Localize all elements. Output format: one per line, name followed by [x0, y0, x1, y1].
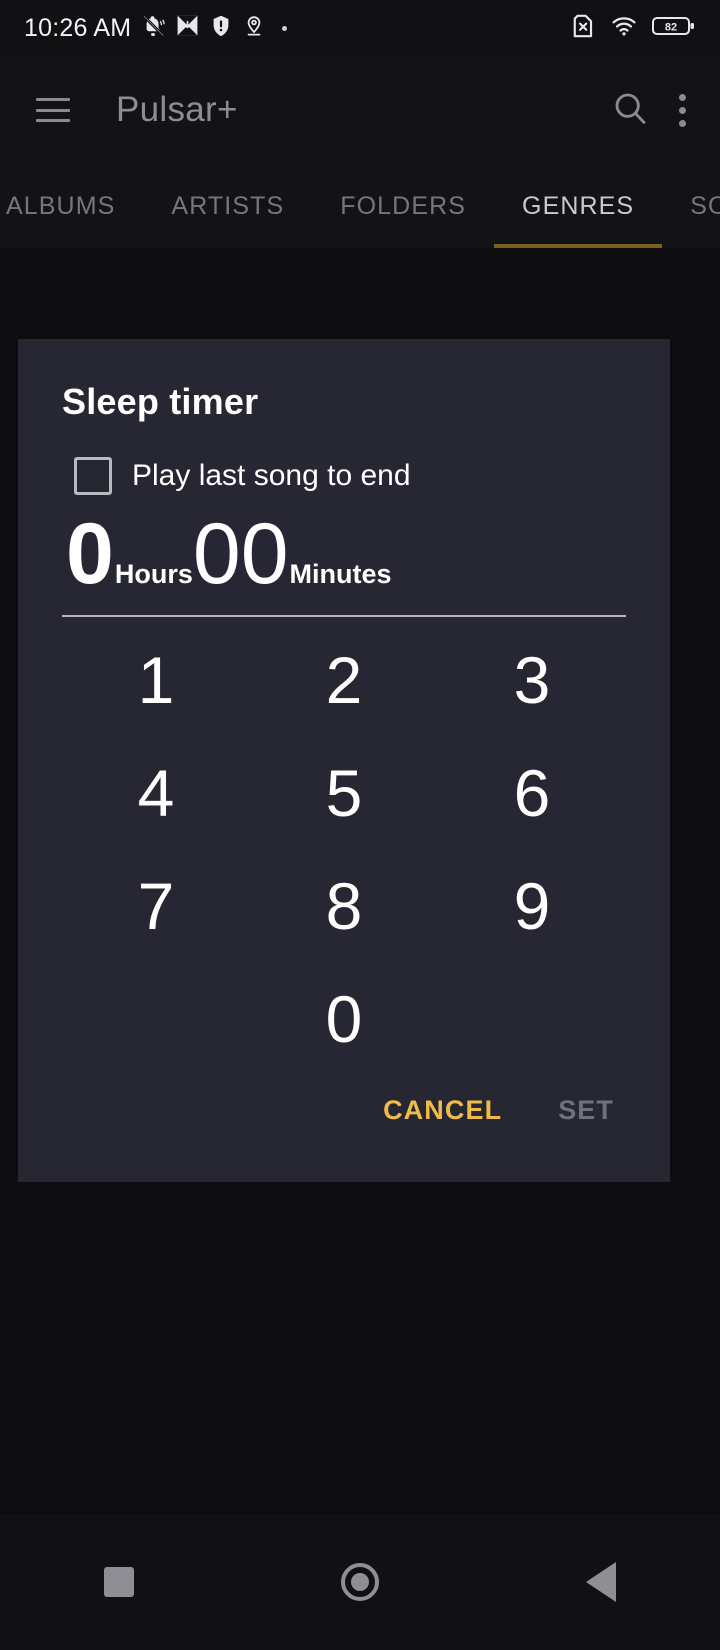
system-nav-bar — [0, 1514, 720, 1650]
shield-alert-icon — [209, 14, 233, 43]
key-7[interactable]: 7 — [62, 873, 250, 939]
tab-label: SONGS — [690, 191, 720, 220]
image-download-icon — [175, 13, 200, 43]
tab-label: GENRES — [522, 191, 635, 220]
play-last-song-checkbox-row[interactable]: Play last song to end — [62, 457, 626, 495]
sleep-timer-dialog: Sleep timer Play last song to end 0 Hour… — [18, 339, 670, 1182]
tab-albums[interactable]: ALBUMS — [0, 164, 143, 248]
phone-screen: 10:26 AM 82 Pulsar+ ALBUMS ARTISTS FOLDE… — [0, 0, 720, 1650]
tab-bar: ALBUMS ARTISTS FOLDERS GENRES SONGS — [0, 164, 720, 248]
dialog-title: Sleep timer — [62, 381, 259, 422]
app-bar-actions — [610, 88, 720, 133]
key-4[interactable]: 4 — [62, 760, 250, 826]
triangle-back-icon[interactable] — [586, 1562, 617, 1602]
dialog-actions: CANCEL SET — [62, 1095, 626, 1126]
sim-card-off-icon — [570, 13, 596, 44]
status-bar: 10:26 AM 82 — [0, 0, 720, 56]
key-0[interactable]: 0 — [250, 986, 438, 1052]
status-bar-left: 10:26 AM — [24, 13, 288, 44]
key-2[interactable]: 2 — [250, 647, 438, 713]
battery-icon: 82 — [652, 14, 696, 43]
tab-label: ARTISTS — [171, 191, 285, 220]
tab-artists[interactable]: ARTISTS — [143, 164, 312, 248]
search-icon[interactable] — [610, 88, 650, 133]
wifi-icon — [610, 13, 638, 44]
key-1[interactable]: 1 — [62, 647, 250, 713]
minutes-value: 00 — [192, 506, 289, 602]
status-time: 10:26 AM — [24, 13, 132, 42]
hours-value: 0 — [66, 506, 114, 602]
status-bar-right: 82 — [570, 13, 696, 44]
key-5[interactable]: 5 — [250, 760, 438, 826]
app-title: Pulsar+ — [116, 90, 238, 129]
circle-home-icon[interactable] — [340, 1563, 379, 1601]
tab-songs[interactable]: SONGS — [662, 164, 720, 248]
location-pin-icon — [242, 14, 266, 43]
tab-label: FOLDERS — [340, 191, 467, 220]
time-input-display[interactable]: 0 Hours 00 Minutes — [62, 511, 626, 597]
cancel-button[interactable]: CANCEL — [383, 1095, 502, 1126]
set-button[interactable]: SET — [558, 1095, 614, 1126]
key-6[interactable]: 6 — [438, 760, 626, 826]
key-9[interactable]: 9 — [438, 873, 626, 939]
minutes-unit-label: Minutes — [289, 559, 392, 589]
square-recents-icon[interactable] — [103, 1567, 134, 1597]
play-last-song-checkbox[interactable] — [74, 457, 112, 495]
hamburger-menu-icon[interactable] — [36, 98, 70, 122]
time-input-underline — [62, 615, 626, 617]
hours-unit-label: Hours — [114, 559, 193, 589]
tab-folders[interactable]: FOLDERS — [312, 164, 494, 248]
battery-level-text: 82 — [665, 21, 677, 33]
bell-muted-icon — [140, 13, 166, 44]
notification-dot-icon — [282, 25, 288, 31]
tab-label: ALBUMS — [6, 191, 116, 220]
numeric-keypad: 1 2 3 4 5 6 7 8 9 0 — [62, 623, 626, 1075]
app-bar: Pulsar+ — [0, 56, 720, 164]
play-last-song-label: Play last song to end — [132, 459, 411, 492]
key-8[interactable]: 8 — [250, 873, 438, 939]
key-3[interactable]: 3 — [438, 647, 626, 713]
overflow-menu-icon[interactable] — [678, 93, 686, 127]
tab-genres[interactable]: GENRES — [494, 164, 663, 248]
